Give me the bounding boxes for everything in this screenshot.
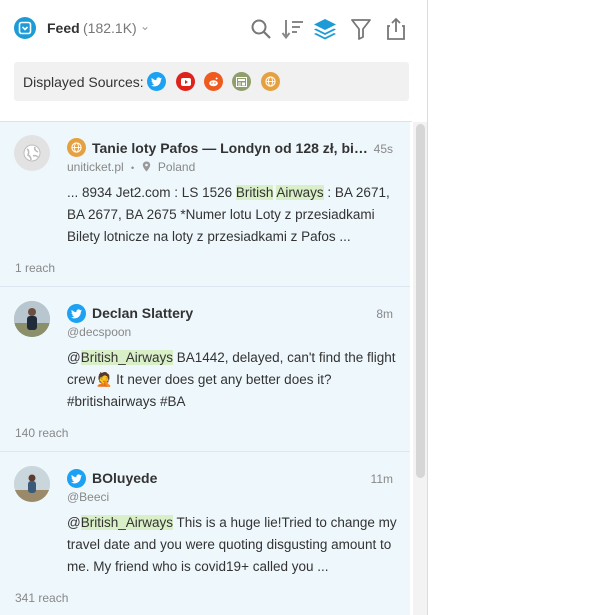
item-reach: 1 reach bbox=[15, 261, 56, 275]
feed-header: Feed (182.1K) ⌄ bbox=[0, 0, 427, 58]
item-source-line: uniticket.pl • Poland bbox=[67, 160, 195, 175]
item-handle[interactable]: @decspoon bbox=[67, 325, 131, 339]
list-item[interactable]: Tanie loty Pafos — Londyn od 128 zł, bil… bbox=[0, 122, 410, 287]
item-text: @British_Airways This is a huge lie!Trie… bbox=[67, 515, 397, 574]
feed-panel: Feed (182.1K) ⌄ Displayed Sources: Tanie… bbox=[0, 0, 428, 615]
item-domain[interactable]: uniticket.pl bbox=[67, 160, 124, 174]
keyword-highlight: British bbox=[235, 185, 274, 200]
list-item[interactable]: BOluyede 11m @Beeci @British_Airways Thi… bbox=[0, 452, 410, 615]
item-reach: 140 reach bbox=[15, 426, 69, 440]
web-source-icon[interactable] bbox=[261, 72, 280, 91]
feed-logo-icon bbox=[14, 17, 36, 39]
item-handle[interactable]: @Beeci bbox=[67, 490, 109, 504]
avatar bbox=[14, 301, 50, 337]
filter-icon[interactable] bbox=[348, 16, 374, 42]
location-pin-icon bbox=[142, 161, 151, 175]
keyword-highlight: British_Airways bbox=[80, 350, 173, 365]
export-icon[interactable] bbox=[383, 16, 409, 42]
item-text: ... 8934 Jet2.com : LS 1526 British Airw… bbox=[67, 185, 390, 244]
feed-count[interactable]: (182.1K) bbox=[83, 20, 137, 36]
facepalm-emoji: 🤦 bbox=[95, 372, 113, 387]
news-source-icon[interactable] bbox=[232, 72, 251, 91]
displayed-sources-bar: Displayed Sources: bbox=[14, 62, 409, 101]
keyword-highlight: Airways bbox=[276, 185, 324, 200]
globe-avatar-icon bbox=[14, 135, 50, 171]
separator-dot: • bbox=[131, 163, 135, 173]
twitter-source-icon[interactable] bbox=[147, 72, 166, 91]
item-reach: 341 reach bbox=[15, 591, 69, 605]
feed-title[interactable]: Feed bbox=[47, 20, 80, 36]
list-item[interactable]: Declan Slattery 8m @decspoon @British_Ai… bbox=[0, 287, 410, 452]
item-location: Poland bbox=[157, 160, 196, 174]
twitter-icon bbox=[67, 304, 86, 323]
web-icon bbox=[67, 138, 86, 157]
item-time: 8m bbox=[376, 307, 393, 321]
search-icon[interactable] bbox=[248, 16, 274, 42]
item-text: @British_Airways BA1442, delayed, can't … bbox=[67, 350, 396, 409]
sort-icon[interactable] bbox=[280, 16, 306, 42]
feed-list: Tanie loty Pafos — Londyn od 128 zł, bil… bbox=[0, 121, 412, 615]
item-time: 45s bbox=[373, 142, 393, 156]
youtube-source-icon[interactable] bbox=[176, 72, 195, 91]
layers-icon[interactable] bbox=[312, 16, 338, 42]
item-author[interactable]: BOluyede bbox=[92, 470, 362, 486]
keyword-highlight: British_Airways bbox=[80, 515, 173, 530]
feed-scrollbar[interactable] bbox=[413, 122, 427, 615]
item-title[interactable]: Tanie loty Pafos — Londyn od 128 zł, bil… bbox=[92, 140, 368, 156]
right-empty-area bbox=[428, 0, 608, 615]
reddit-source-icon[interactable] bbox=[204, 72, 223, 91]
chevron-down-icon[interactable]: ⌄ bbox=[140, 19, 150, 33]
item-time: 11m bbox=[370, 472, 393, 486]
avatar bbox=[14, 466, 50, 502]
displayed-sources-label: Displayed Sources: bbox=[23, 74, 144, 90]
scrollbar-thumb[interactable] bbox=[416, 124, 425, 478]
item-author[interactable]: Declan Slattery bbox=[92, 305, 362, 321]
twitter-icon bbox=[67, 469, 86, 488]
